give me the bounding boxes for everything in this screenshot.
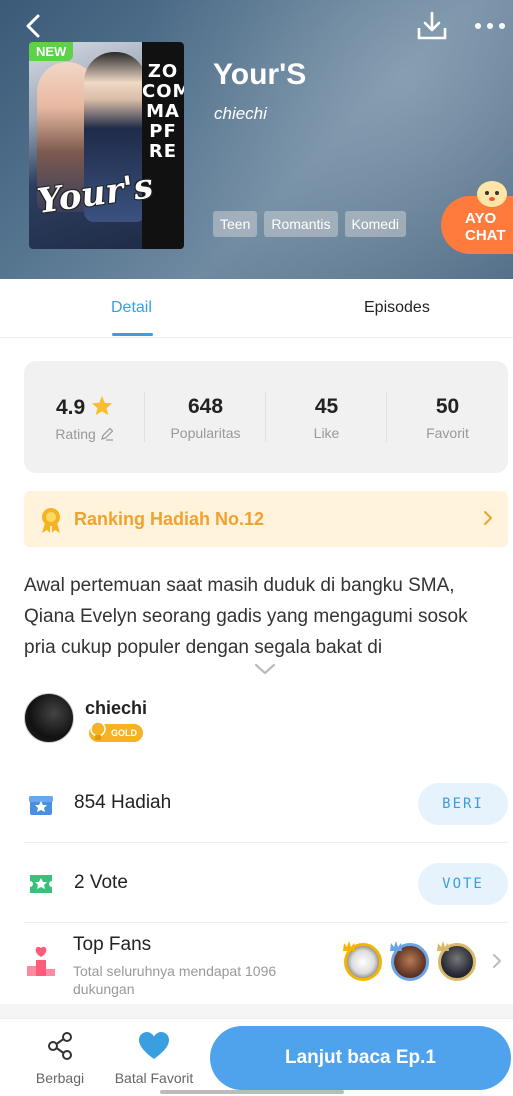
synopsis-text: Awal pertemuan saat masih duduk di bangk… xyxy=(24,575,468,658)
expand-chevron-icon[interactable] xyxy=(253,662,277,676)
stat-like: 45 Like xyxy=(266,395,387,441)
vote-row: 2 Vote VOTE xyxy=(24,843,508,923)
gift-count: 854 xyxy=(74,792,106,813)
stat-popularity: 648 Popularitas xyxy=(145,395,266,441)
ranking-text: Ranking Hadiah No.12 xyxy=(74,509,265,529)
edit-pencil-icon[interactable] xyxy=(100,427,114,441)
cover-side-text: ZO COM MA PF RE xyxy=(142,42,184,249)
share-icon xyxy=(48,1032,72,1060)
tab-detail[interactable]: Detail xyxy=(111,299,152,317)
vote-label: Vote xyxy=(89,872,128,893)
vote-ticket-icon xyxy=(30,875,52,893)
book-title: Your'S xyxy=(213,58,307,91)
section-divider xyxy=(0,1004,513,1018)
chevron-right-icon xyxy=(493,954,501,968)
home-indicator xyxy=(160,1090,344,1094)
tab-bar: Detail Episodes xyxy=(0,279,513,338)
crown-icon xyxy=(390,941,402,951)
favorit-value: 50 xyxy=(435,395,460,418)
tag-komedi[interactable]: Komedi xyxy=(344,211,406,237)
top-fans-title: Top Fans xyxy=(73,934,152,955)
new-badge: NEW xyxy=(29,42,74,61)
stat-rating[interactable]: 4.9 Rating xyxy=(24,395,145,442)
author-name[interactable]: chiechi xyxy=(85,698,147,719)
vote-count: 2 xyxy=(74,872,85,893)
gift-label: Hadiah xyxy=(110,792,172,813)
bottom-action-bar: Berbagi Batal Favorit Lanjut baca Ep.1 xyxy=(0,1018,513,1096)
stats-panel: 4.9 Rating 648 Popularitas 45 Like 50 Fa… xyxy=(24,361,508,473)
continue-reading-button[interactable]: Lanjut baca Ep.1 xyxy=(210,1026,511,1090)
vote-button[interactable]: VOTE xyxy=(418,863,508,905)
rating-value-wrap: 4.9 xyxy=(24,395,145,420)
popularity-value: 648 xyxy=(187,395,224,418)
like-value: 45 xyxy=(314,395,339,418)
share-button[interactable]: Berbagi xyxy=(28,1031,92,1086)
chat-button-line2: CHAT xyxy=(465,227,506,244)
back-arrow-icon[interactable] xyxy=(20,12,48,40)
unfavorite-button[interactable]: Batal Favorit xyxy=(108,1031,200,1086)
rating-label: Rating xyxy=(55,426,96,442)
popularity-label: Popularitas xyxy=(170,425,241,441)
chat-button-line1: AYO xyxy=(465,210,497,227)
top-fans-row[interactable]: Top Fans Total seluruhnya mendapat 1096 … xyxy=(24,922,508,1004)
vote-count-label: 2 Vote xyxy=(74,872,128,894)
book-author[interactable]: chiechi xyxy=(214,104,267,124)
stat-favorit: 50 Favorit xyxy=(387,395,508,441)
top-fans-subtitle: Total seluruhnya mendapat 1096 dukungan xyxy=(73,963,277,997)
book-header: ZO COM MA PF RE Your's NEW Your'S chiech… xyxy=(0,0,513,279)
tag-romantis[interactable]: Romantis xyxy=(264,211,338,237)
ranking-banner[interactable]: Ranking Hadiah No.12 xyxy=(24,491,508,547)
genre-tags: Teen Romantis Komedi xyxy=(213,211,406,237)
gift-count-label: 854 Hadiah xyxy=(74,792,171,814)
crown-icon xyxy=(437,941,449,951)
crown-icon xyxy=(343,941,355,951)
tab-episodes[interactable]: Episodes xyxy=(364,299,430,317)
bulb-icon xyxy=(90,721,106,740)
download-icon[interactable] xyxy=(416,10,448,42)
chevron-right-icon xyxy=(484,511,492,525)
favorit-label: Favorit xyxy=(426,425,469,441)
heart-icon xyxy=(139,1032,169,1059)
author-avatar[interactable] xyxy=(24,693,74,743)
medal-icon xyxy=(42,508,60,533)
chat-mascot-icon xyxy=(477,181,507,207)
share-label: Berbagi xyxy=(35,1070,85,1086)
podium-icon xyxy=(27,946,55,976)
gift-box-icon xyxy=(29,796,53,815)
star-icon xyxy=(91,395,113,416)
give-gift-button[interactable]: BERI xyxy=(418,783,508,825)
book-cover: ZO COM MA PF RE Your's NEW xyxy=(29,42,184,249)
tag-teen[interactable]: Teen xyxy=(213,211,258,237)
favorite-label: Batal Favorit xyxy=(114,1070,194,1086)
gift-row: 854 Hadiah BERI xyxy=(24,763,508,843)
active-tab-indicator xyxy=(112,333,153,336)
rating-value: 4.9 xyxy=(55,396,86,419)
more-options-icon[interactable] xyxy=(472,12,508,40)
rating-label-wrap: Rating xyxy=(24,426,145,442)
like-label: Like xyxy=(313,425,340,441)
